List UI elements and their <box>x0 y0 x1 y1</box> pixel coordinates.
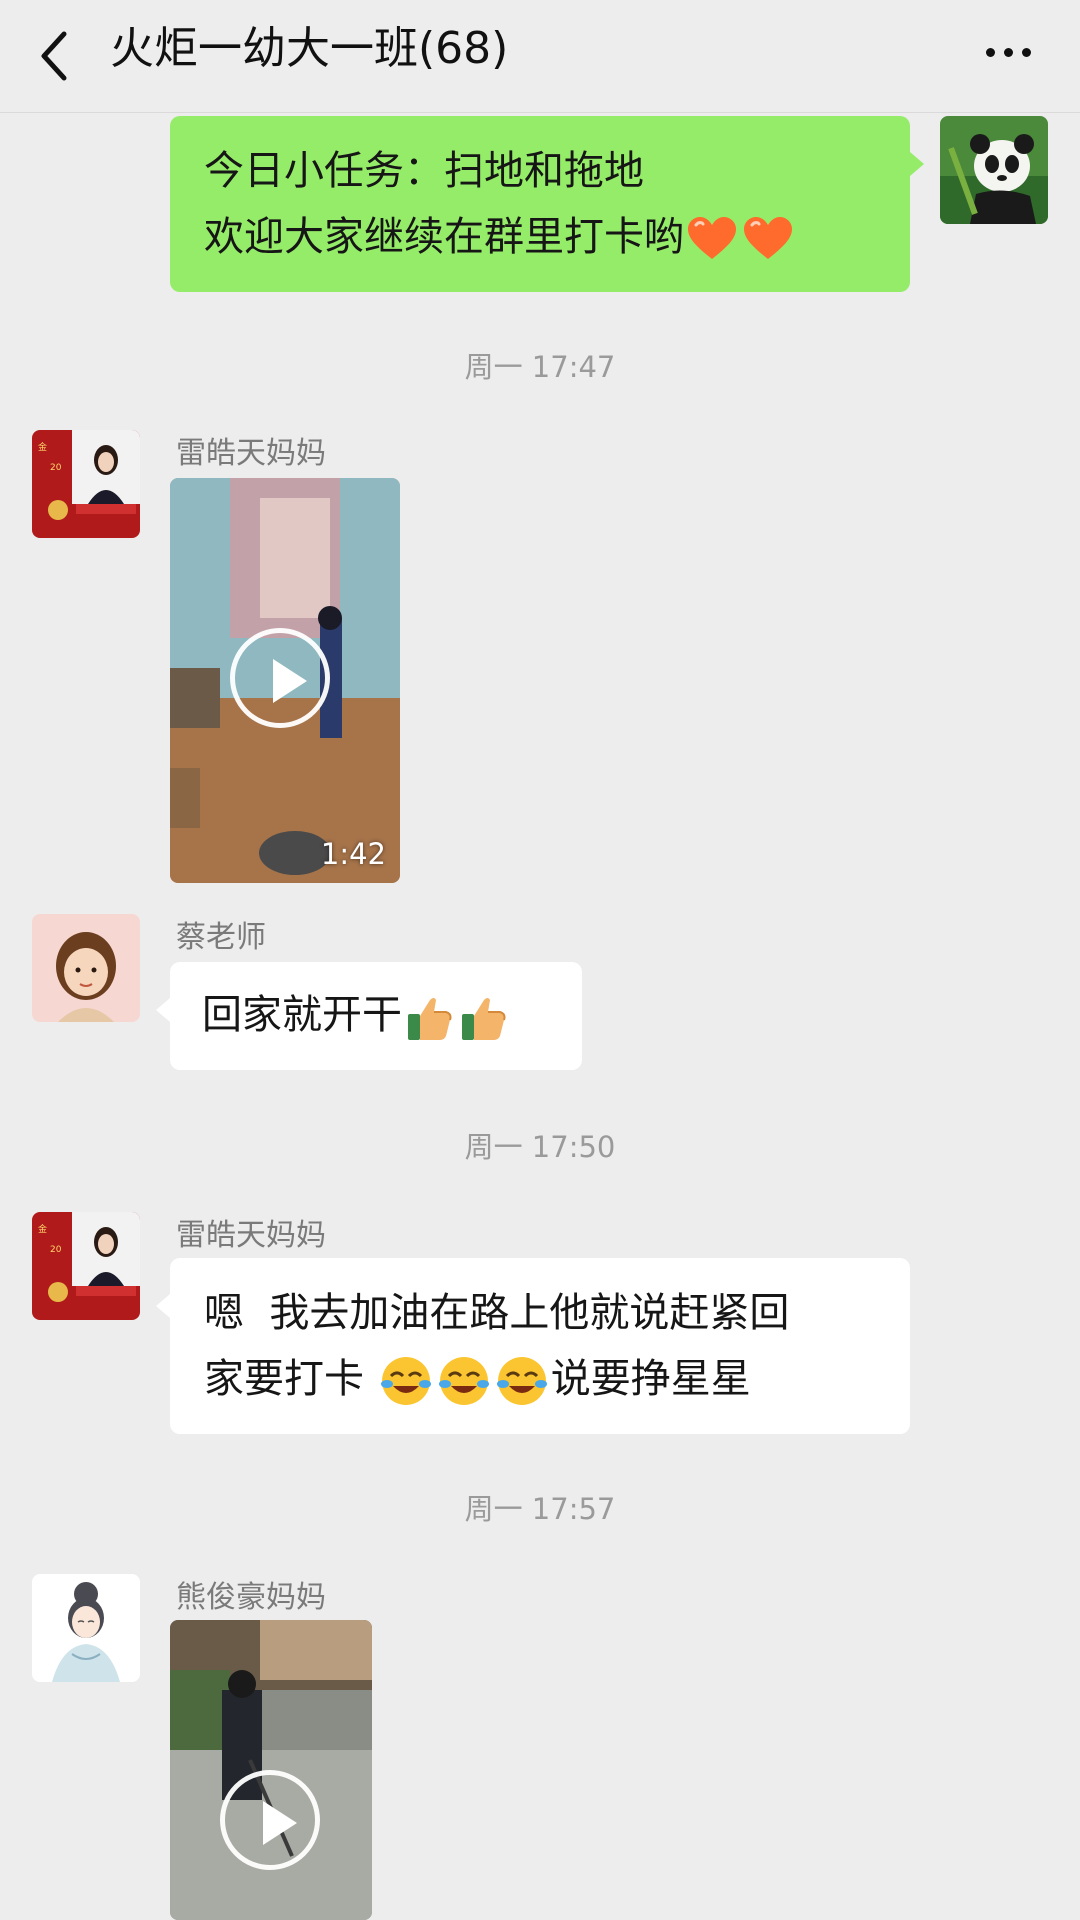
laughing-tears-icon <box>380 1357 431 1405</box>
message-text: 说要挣星星 <box>550 1356 751 1402</box>
chat-title: 火炬一幼大一班(68) <box>110 23 509 74</box>
sender-avatar[interactable]: 金 20 <box>32 430 140 538</box>
panda-avatar-image <box>940 116 1048 224</box>
timestamp: 周一 17:47 <box>464 350 616 384</box>
play-icon[interactable] <box>220 1770 320 1870</box>
message-line-2: 欢迎大家继续在群里打卡哟 <box>204 204 876 270</box>
message-text: 回家就开干 <box>202 992 402 1038</box>
play-icon[interactable] <box>230 628 330 728</box>
panda-avatar[interactable] <box>940 116 1048 224</box>
video-message[interactable]: 1:42 <box>170 478 400 883</box>
red-poster-avatar-image: 金 20 <box>32 1212 140 1320</box>
top-bar: 火炬一幼大一班(68) <box>0 0 1080 113</box>
message-line: 回家就开干 <box>202 982 550 1048</box>
ellipsis-icon[interactable] <box>980 30 1036 74</box>
sender-avatar[interactable] <box>32 1574 140 1682</box>
timestamp: 周一 17:57 <box>464 1492 616 1526</box>
sender-name: 雷皓天妈妈 <box>176 1218 326 1253</box>
message-line-1: 嗯 我去加油在路上他就说赶紧回 <box>204 1290 790 1336</box>
message-line-1: 今日小任务：扫地和拖地 <box>204 148 644 194</box>
thumbs-up-icon <box>462 998 506 1040</box>
sender-name: 雷皓天妈妈 <box>176 436 326 471</box>
chevron-left-icon[interactable] <box>34 26 74 86</box>
sender-name: 熊俊豪妈妈 <box>176 1580 326 1615</box>
sender-avatar[interactable] <box>32 914 140 1022</box>
sender-avatar[interactable]: 金 20 <box>32 1212 140 1320</box>
red-poster-avatar-image: 金 20 <box>32 430 140 538</box>
laughing-tears-icon <box>496 1357 547 1405</box>
svg-text:20: 20 <box>50 1245 62 1255</box>
timestamp: 周一 17:50 <box>464 1130 616 1164</box>
video-duration: 1:42 <box>320 837 386 871</box>
illustrated-lady-avatar-image <box>32 1574 140 1682</box>
own-message-bubble[interactable]: 今日小任务：扫地和拖地 欢迎大家继续在群里打卡哟 <box>170 116 924 292</box>
svg-text:20: 20 <box>50 463 62 473</box>
sender-name: 蔡老师 <box>176 920 266 955</box>
heart-icon <box>688 217 736 259</box>
svg-text:金: 金 <box>38 1223 47 1235</box>
message-text: 欢迎大家继续在群里打卡哟 <box>204 214 684 260</box>
message-text: 家要打卡 <box>204 1356 377 1402</box>
svg-text:金: 金 <box>38 441 47 453</box>
thumbs-up-icon <box>408 998 452 1040</box>
laughing-tears-icon <box>438 1357 489 1405</box>
cartoon-teacher-avatar-image <box>32 914 140 1022</box>
message-bubble[interactable]: 回家就开干 <box>156 962 582 1070</box>
heart-icon <box>744 217 792 259</box>
message-line-2: 家要打卡 说要挣星星 <box>204 1346 876 1412</box>
video-message[interactable] <box>170 1620 372 1920</box>
message-bubble[interactable]: 嗯 我去加油在路上他就说赶紧回 家要打卡 说要挣星星 <box>156 1258 910 1434</box>
